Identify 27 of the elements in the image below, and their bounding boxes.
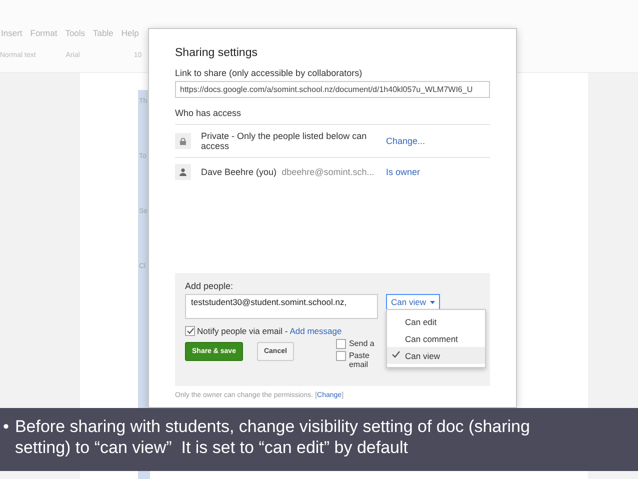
person-entry: Dave Beehre (you) dbeehre@somint.sch... <box>201 167 376 177</box>
menu-option[interactable]: Can comment <box>387 330 485 347</box>
option-checkbox[interactable] <box>336 339 346 349</box>
notify-label: Notify people via email - <box>197 326 288 336</box>
access-label: Who has access <box>175 108 242 118</box>
role-label: Is owner <box>386 167 420 177</box>
lock-icon <box>180 138 186 144</box>
link-field[interactable]: https://docs.google.com/a/somint.school.nz/document/d/1h40kl057u_WLM7WI6_U <box>175 81 490 98</box>
people-input-field[interactable]: teststudent30@student.somint.school.nz, <box>185 294 378 319</box>
option-label: Send a <box>348 339 374 348</box>
check-icon <box>392 351 400 358</box>
visibility-text: Private - Only the people listed below can access <box>201 131 368 151</box>
bullet: • <box>3 416 9 438</box>
option-checkbox[interactable] <box>336 351 346 361</box>
change-link[interactable]: Change... <box>386 136 426 146</box>
permission-dropdown[interactable]: Can view <box>386 294 440 310</box>
person-icon <box>179 168 187 176</box>
add-people-label: Add people: <box>185 281 234 291</box>
caret-icon <box>430 300 435 304</box>
notify-checkbox[interactable] <box>185 326 195 336</box>
link-label: Link to share (only accessible by collaborators) <box>175 68 364 78</box>
caption-text: Before sharing with students, change visibility setting of doc (sharing setting) to “can view” It is set to “can edit” by default <box>14 416 531 459</box>
menu-option[interactable]: Can view <box>387 347 485 364</box>
add-message-link[interactable]: Add message <box>290 326 342 336</box>
dialog-title: Sharing settings <box>175 47 258 59</box>
option-label: Paste email <box>348 351 370 369</box>
menu-option[interactable]: Can edit <box>387 313 485 330</box>
